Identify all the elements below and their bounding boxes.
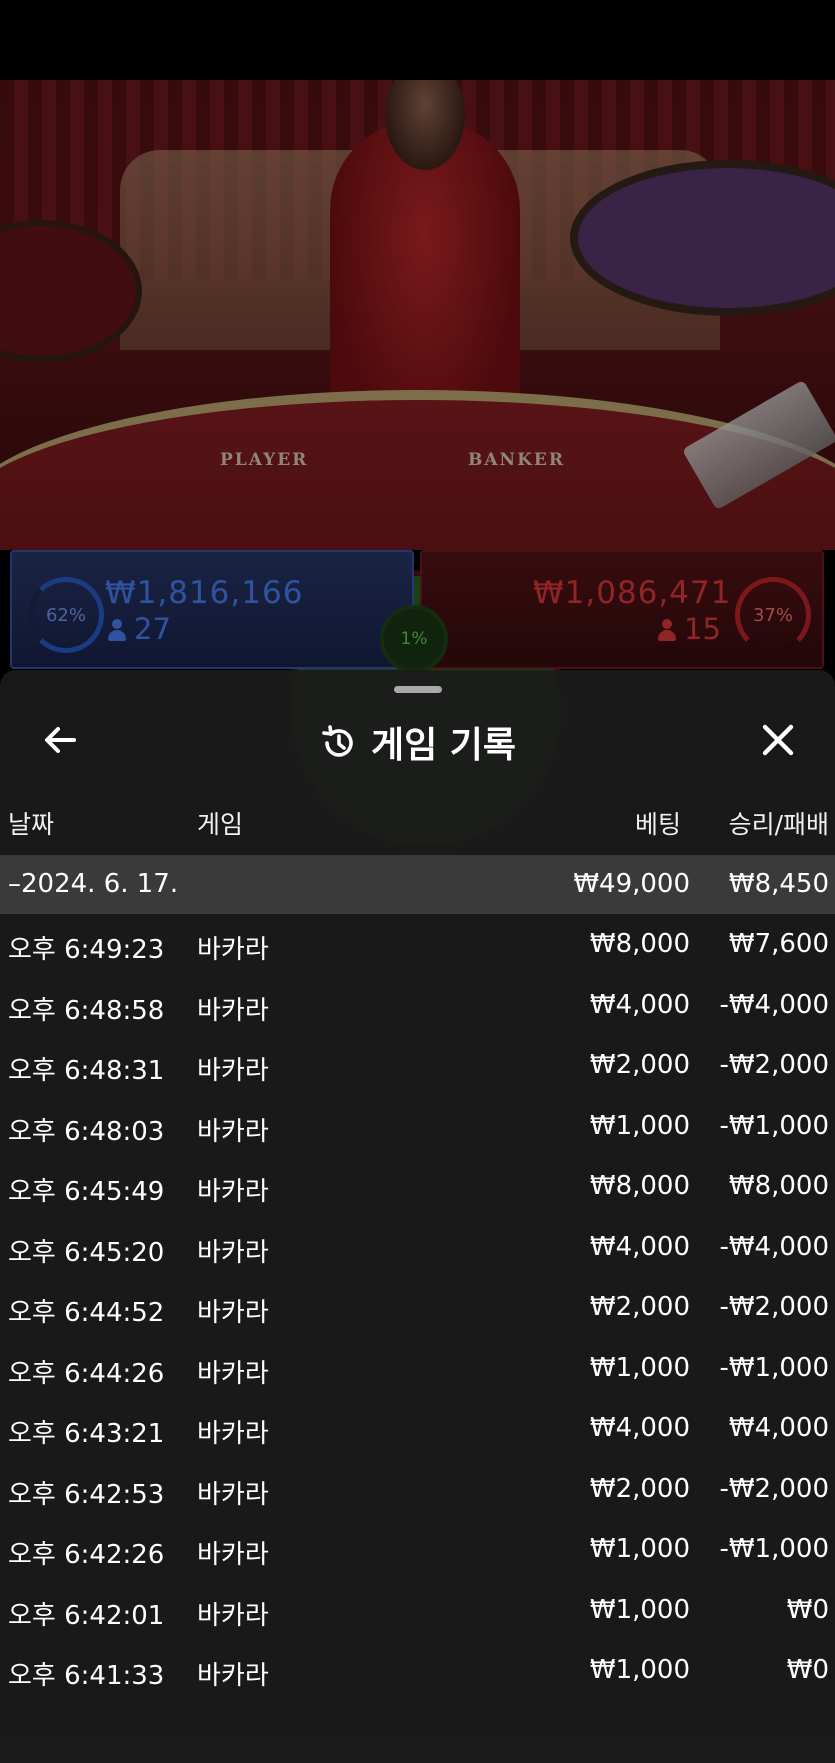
row-result: ₩8,000 <box>728 1171 829 1201</box>
row-game: 바카라 <box>197 1419 269 1449</box>
row-time: 오후 6:44:26 <box>8 1358 165 1389</box>
row-bet: ₩4,000 <box>589 1231 690 1262</box>
history-list: 오후 6:49:23 바카라 ₩8,000 ₩7,600 오후 6:48:58 바카라 ₩4… <box>0 914 835 1701</box>
row-game: 바카라 <box>197 995 269 1026</box>
row-time: 오후 6:45:20 <box>8 1237 165 1268</box>
row-time: 오후 6:49:23 <box>8 935 165 965</box>
row-game: 바카라 <box>197 1116 269 1147</box>
row-result: ₩0 <box>786 1594 829 1625</box>
row-time: 오후 6:48:03 <box>8 1116 165 1147</box>
history-row[interactable]: 오후 6:48:58 바카라 ₩4,000 -₩4,000 <box>0 975 835 1036</box>
row-game: 바카라 <box>197 1298 269 1328</box>
row-bet: ₩8,000 <box>589 1171 690 1201</box>
history-row[interactable]: 오후 6:42:26 바카라 ₩1,000 -₩1,000 <box>0 1519 835 1580</box>
row-game: 바카라 <box>197 1358 269 1389</box>
row-result: ₩7,600 <box>728 929 829 959</box>
row-bet: ₩2,000 <box>589 1292 690 1322</box>
sheet-title-text: 게임 기록 <box>370 725 516 766</box>
row-game: 바카라 <box>197 1237 269 1268</box>
row-bet: ₩8,000 <box>589 929 690 959</box>
row-bet: ₩1,000 <box>589 1352 690 1383</box>
sheet-header: 게임 기록 <box>0 706 835 772</box>
row-game: 바카라 <box>197 1479 269 1510</box>
row-time: 오후 6:42:53 <box>8 1479 165 1510</box>
column-game: 게임 <box>197 810 244 839</box>
row-result: -₩2,000 <box>719 1292 829 1322</box>
sheet-title: 게임 기록 <box>0 716 835 768</box>
history-row[interactable]: 오후 6:44:52 바카라 ₩2,000 -₩2,000 <box>0 1277 835 1338</box>
row-result: -₩4,000 <box>719 989 829 1020</box>
row-time: 오후 6:44:52 <box>8 1298 165 1328</box>
date-group-win-loss-total: ₩8,450 <box>728 869 829 899</box>
column-bet: 베팅 <box>634 810 681 839</box>
row-game: 바카라 <box>197 1540 269 1570</box>
column-win-loss: 승리/패배 <box>728 810 829 839</box>
history-icon <box>322 725 353 757</box>
row-bet: ₩1,000 <box>589 1534 690 1564</box>
row-bet: ₩2,000 <box>589 1473 690 1504</box>
row-result: ₩0 <box>786 1655 829 1685</box>
date-group-bet-total: ₩49,000 <box>573 869 690 899</box>
row-game: 바카라 <box>197 1177 269 1207</box>
row-result: ₩4,000 <box>728 1413 829 1443</box>
row-result: -₩1,000 <box>719 1352 829 1383</box>
row-result: -₩2,000 <box>719 1050 829 1080</box>
row-time: 오후 6:42:26 <box>8 1540 165 1570</box>
column-date: 날짜 <box>8 810 55 839</box>
row-bet: ₩1,000 <box>589 1594 690 1625</box>
row-time: 오후 6:48:58 <box>8 995 165 1026</box>
history-row[interactable]: 오후 6:43:21 바카라 ₩4,000 ₩4,000 <box>0 1398 835 1459</box>
row-result: -₩4,000 <box>719 1231 829 1262</box>
row-bet: ₩4,000 <box>589 989 690 1020</box>
row-bet: ₩4,000 <box>589 1413 690 1443</box>
row-result: -₩1,000 <box>719 1110 829 1141</box>
row-bet: ₩1,000 <box>589 1655 690 1685</box>
drag-handle[interactable] <box>394 686 442 693</box>
row-time: 오후 6:43:21 <box>8 1419 165 1449</box>
history-row[interactable]: 오후 6:45:49 바카라 ₩8,000 ₩8,000 <box>0 1156 835 1217</box>
row-result: -₩2,000 <box>719 1473 829 1504</box>
game-history-sheet: 게임 기록 날짜 게임 베팅 승리/패배 –2024. 6. 17. ₩49,0… <box>0 670 835 1763</box>
history-row[interactable]: 오후 6:45:20 바카라 ₩4,000 -₩4,000 <box>0 1217 835 1278</box>
list-fade <box>0 1723 835 1763</box>
history-row[interactable]: 오후 6:44:26 바카라 ₩1,000 -₩1,000 <box>0 1338 835 1399</box>
history-row[interactable]: 오후 6:41:33 바카라 ₩1,000 ₩0 <box>0 1640 835 1701</box>
row-game: 바카라 <box>197 1600 269 1631</box>
row-bet: ₩2,000 <box>589 1050 690 1080</box>
history-row[interactable]: 오후 6:49:23 바카라 ₩8,000 ₩7,600 <box>0 914 835 975</box>
row-game: 바카라 <box>197 1661 269 1691</box>
history-row[interactable]: 오후 6:48:31 바카라 ₩2,000 -₩2,000 <box>0 1035 835 1096</box>
row-game: 바카라 <box>197 1056 269 1086</box>
history-row[interactable]: 오후 6:42:53 바카라 ₩2,000 -₩2,000 <box>0 1459 835 1520</box>
history-row[interactable]: 오후 6:48:03 바카라 ₩1,000 -₩1,000 <box>0 1096 835 1157</box>
close-x-icon[interactable] <box>758 720 798 760</box>
date-group-row[interactable]: –2024. 6. 17. ₩49,000 ₩8,450 <box>0 855 835 914</box>
column-headers: 날짜 게임 베팅 승리/패배 <box>0 805 835 845</box>
row-time: 오후 6:48:31 <box>8 1056 165 1086</box>
row-time: 오후 6:41:33 <box>8 1661 165 1691</box>
row-result: -₩1,000 <box>719 1534 829 1564</box>
row-bet: ₩1,000 <box>589 1110 690 1141</box>
history-row[interactable]: 오후 6:42:01 바카라 ₩1,000 ₩0 <box>0 1580 835 1641</box>
row-time: 오후 6:42:01 <box>8 1600 165 1631</box>
row-time: 오후 6:45:49 <box>8 1177 165 1207</box>
date-group-date: –2024. 6. 17. <box>8 869 179 899</box>
row-game: 바카라 <box>197 935 269 965</box>
